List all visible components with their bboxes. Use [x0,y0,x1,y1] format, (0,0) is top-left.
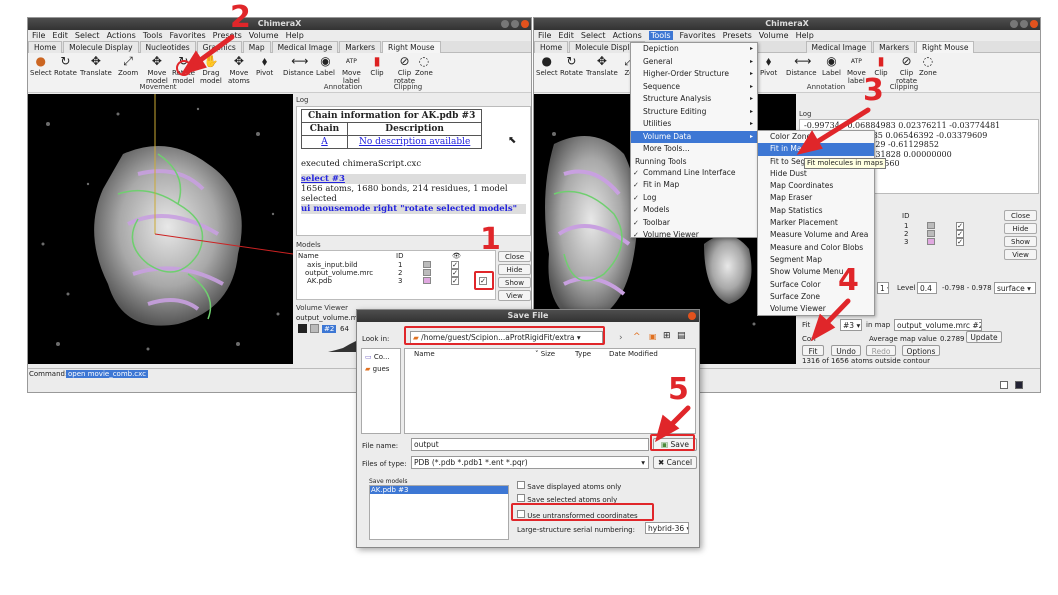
arrow-2-head [180,50,207,76]
annotation-arrows [180,34,871,443]
arrow-3-head [796,130,823,155]
arrow-3 [809,107,871,148]
